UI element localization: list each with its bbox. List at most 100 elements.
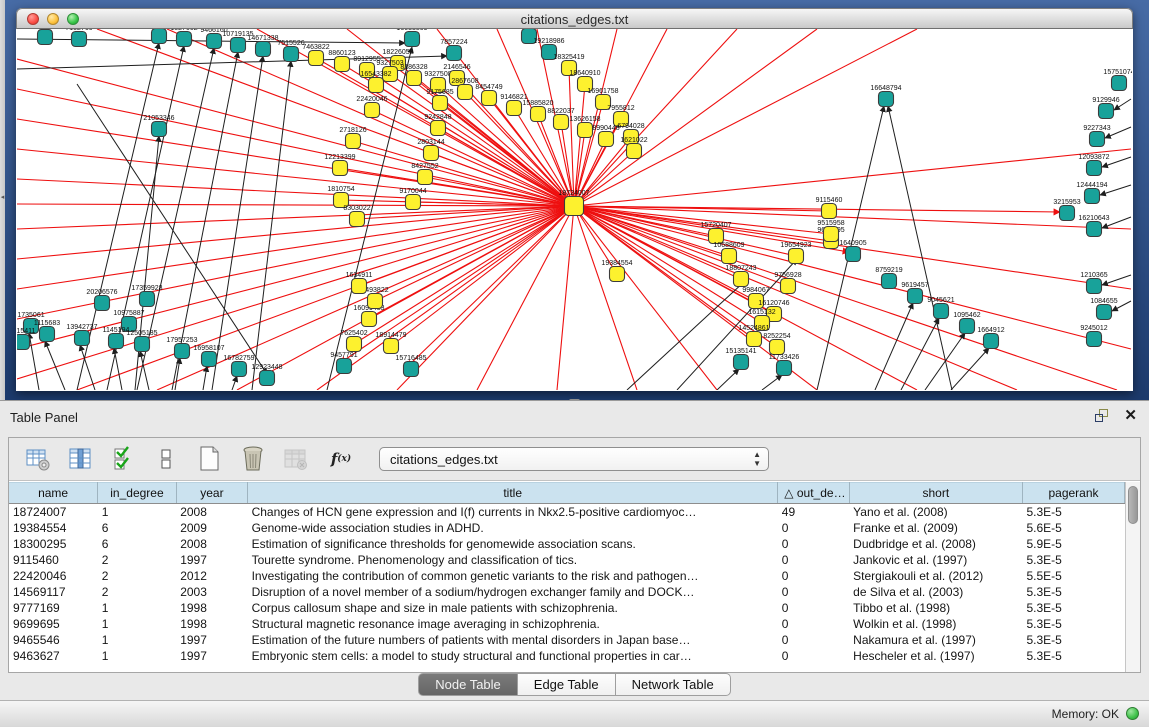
citation-edge-red[interactable] — [391, 206, 574, 346]
graph-node[interactable]: 12505185 — [126, 330, 157, 352]
graph-node[interactable]: 9115460 — [816, 197, 843, 219]
graph-node[interactable]: 9175685 — [426, 89, 453, 111]
citation-edge-black[interactable] — [875, 303, 913, 390]
network-window[interactable]: citations_edges.txt 10553287152760106532… — [16, 8, 1133, 391]
graph-node[interactable]: 18914479 — [375, 332, 406, 354]
graph-node[interactable]: 3215953 — [1053, 199, 1080, 221]
citation-edge-red[interactable] — [574, 206, 1131, 349]
graph-node[interactable]: 7625402 — [340, 330, 367, 352]
float-panel-icon[interactable] — [1095, 409, 1110, 423]
table-vertical-scrollbar[interactable] — [1125, 482, 1140, 672]
network-window-titlebar[interactable]: citations_edges.txt — [16, 8, 1133, 29]
citation-edge-red[interactable] — [574, 206, 1117, 390]
row-height-icon[interactable] — [152, 444, 182, 474]
graph-node[interactable]: 16210643 — [1078, 215, 1109, 237]
graph-node[interactable]: 7463822 — [302, 44, 329, 66]
table-row[interactable]: 946554611997Estimation of the future num… — [9, 632, 1125, 648]
graph-node[interactable]: 12444194 — [1076, 182, 1107, 204]
citation-edge-black[interactable] — [212, 56, 263, 390]
select-attributes-icon[interactable] — [109, 444, 139, 474]
graph-node[interactable]: 9619457 — [901, 282, 928, 304]
graph-node[interactable]: 15716485 — [395, 355, 426, 377]
graph-node[interactable]: 12093872 — [1078, 154, 1109, 176]
graph-node[interactable]: 9129946 — [1092, 97, 1119, 119]
column-header-out_degree[interactable]: △ out_de… — [778, 483, 849, 504]
graph-node[interactable]: 21053346 — [143, 115, 174, 137]
left-splitter[interactable]: ◂ — [0, 0, 5, 400]
citation-edge-black[interactable] — [951, 348, 989, 390]
citation-edge-red[interactable] — [257, 29, 574, 206]
citation-edge-black[interactable] — [232, 376, 237, 390]
table-row[interactable]: 1456911722003Disruption of a novel membe… — [9, 584, 1125, 600]
citation-edge-red[interactable] — [574, 206, 729, 256]
delete-table-icon[interactable] — [281, 444, 311, 474]
create-column-icon[interactable] — [195, 444, 225, 474]
citation-edge-black[interactable] — [717, 369, 739, 390]
citation-edge-red[interactable] — [17, 206, 574, 349]
table-row[interactable]: 1938455462009Genome-wide association stu… — [9, 520, 1125, 536]
citation-edge-black[interactable] — [762, 375, 782, 390]
citation-graph[interactable]: 1055328715276010653287152760294661601071… — [17, 29, 1132, 390]
graph-node[interactable]: 7152760 — [65, 29, 92, 47]
graph-node[interactable]: 7857224 — [440, 39, 467, 61]
citation-edge-red[interactable] — [17, 206, 574, 289]
graph-node[interactable]: 1210365 — [1080, 272, 1107, 294]
attribute-table[interactable]: namein_degreeyeartitle△ out_de…shortpage… — [9, 482, 1125, 672]
table-options-icon[interactable] — [23, 444, 53, 474]
citation-edge-black[interactable] — [901, 318, 939, 390]
graph-node[interactable]: 8860123 — [328, 50, 355, 72]
delete-column-icon[interactable] — [238, 444, 268, 474]
graph-node[interactable]: 8990448 — [592, 125, 619, 147]
column-header-in_degree[interactable]: in_degree — [98, 483, 177, 504]
graph-node[interactable]: 1084655 — [1090, 298, 1117, 320]
citation-edge-red[interactable] — [317, 206, 574, 390]
tab-node-table[interactable]: Node Table — [418, 673, 518, 696]
table-row[interactable]: 1830029562008Estimation of significance … — [9, 536, 1125, 552]
tab-edge-table[interactable]: Edge Table — [518, 673, 616, 696]
graph-node[interactable]: 11733426 — [769, 354, 800, 376]
table-header-row[interactable]: namein_degreeyeartitle△ out_de…shortpage… — [9, 483, 1125, 504]
graph-node[interactable]: 16782759 — [223, 355, 254, 377]
graph-node[interactable]: 18807243 — [725, 265, 756, 287]
citation-edge-red[interactable] — [407, 206, 574, 367]
citation-edge-red[interactable] — [574, 149, 1131, 206]
scrollbar-thumb[interactable] — [1128, 486, 1138, 524]
column-header-name[interactable]: name — [9, 483, 98, 504]
table-row[interactable]: 911546021997Tourette syndrome. Phenomeno… — [9, 552, 1125, 568]
close-panel-icon[interactable]: ✕ — [1124, 409, 1137, 423]
table-row[interactable]: 977716911998Corpus callosum shape and si… — [9, 600, 1125, 616]
citation-edge-black[interactable] — [29, 333, 39, 390]
citation-edge-black[interactable] — [252, 61, 291, 390]
graph-node[interactable]: 14671338 — [247, 35, 278, 57]
splitter-collapse-icon[interactable]: ◂ — [0, 193, 5, 202]
column-header-short[interactable]: short — [849, 483, 1022, 504]
citation-edge-red[interactable] — [375, 206, 574, 301]
tab-network-table[interactable]: Network Table — [616, 673, 731, 696]
graph-node[interactable]: 12923448 — [251, 364, 282, 386]
graph-node[interactable]: 16958107 — [193, 345, 224, 367]
graph-node[interactable]: 9245012 — [1080, 325, 1107, 347]
citation-edge-black[interactable] — [114, 348, 122, 390]
graph-node[interactable]: 1664912 — [977, 327, 1004, 349]
graph-node[interactable]: 9227343 — [1083, 125, 1110, 147]
column-header-title[interactable]: title — [248, 483, 778, 504]
graph-node[interactable]: 22420046 — [356, 96, 387, 118]
citation-edge-red[interactable] — [17, 89, 574, 206]
graph-node[interactable]: 3915411 — [17, 328, 35, 350]
graph-node[interactable]: 15751074 — [1103, 69, 1132, 91]
table-row[interactable]: 2242004622012Investigating the contribut… — [9, 568, 1125, 584]
graph-node[interactable]: 8252254 — [763, 333, 790, 355]
table-row[interactable]: 946362711997Embryonic stem cells: a mode… — [9, 648, 1125, 664]
graph-node[interactable]: 15135141 — [725, 348, 756, 370]
function-builder-icon[interactable]: f(x) — [324, 444, 358, 474]
table-row[interactable]: 969969511998Structural magnetic resonanc… — [9, 616, 1125, 632]
network-canvas[interactable]: 1055328715276010653287152760294661601071… — [17, 29, 1132, 390]
show-columns-icon[interactable] — [66, 444, 96, 474]
citation-edge-red[interactable] — [17, 206, 574, 229]
column-header-year[interactable]: year — [176, 483, 247, 504]
graph-node[interactable]: 16033809 — [396, 29, 427, 47]
graph-node[interactable]: 12213399 — [324, 154, 355, 176]
graph-node[interactable]: 9045621 — [927, 297, 954, 319]
graph-node[interactable]: 8759219 — [875, 267, 902, 289]
graph-node[interactable]: 9457791 — [330, 352, 357, 374]
